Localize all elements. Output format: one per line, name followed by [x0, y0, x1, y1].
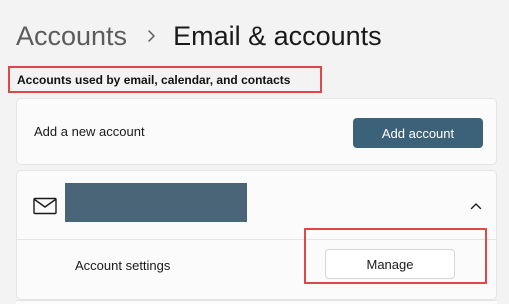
manage-button[interactable]: Manage: [325, 249, 455, 279]
breadcrumb-accounts-link[interactable]: Accounts: [16, 21, 127, 52]
page-title: Email & accounts: [173, 20, 382, 51]
chevron-right-icon: [148, 30, 155, 42]
add-account-label: Add a new account: [34, 124, 145, 139]
breadcrumb: Accounts Email & accounts: [16, 16, 382, 56]
next-card-edge: [16, 300, 497, 304]
section-heading-text: Accounts used by email, calendar, and co…: [17, 72, 291, 87]
account-settings-label: Account settings: [75, 258, 171, 273]
section-heading: Accounts used by email, calendar, and co…: [8, 66, 322, 93]
account-email-redacted: [65, 183, 247, 222]
add-account-button[interactable]: Add account: [353, 118, 483, 148]
chevron-up-icon[interactable]: [469, 199, 483, 213]
add-account-row: Add a new account Add account: [16, 98, 497, 165]
mail-icon: [33, 197, 57, 215]
